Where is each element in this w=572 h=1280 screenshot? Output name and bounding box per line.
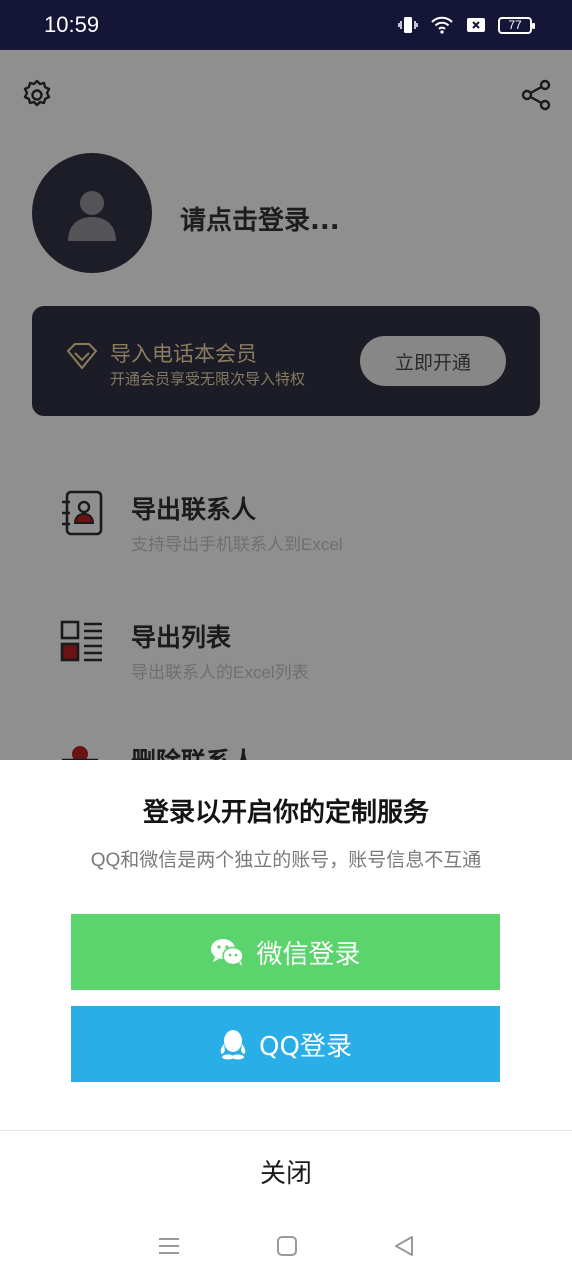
close-button[interactable]: 关闭	[0, 1131, 572, 1211]
list-icon	[60, 620, 102, 662]
menu-item-delete-contacts[interactable]: 删除联系人	[60, 742, 530, 760]
menu-title: 导出列表	[131, 623, 232, 652]
back-icon[interactable]	[393, 1235, 415, 1257]
menu-icon[interactable]	[157, 1236, 181, 1256]
wechat-icon	[211, 939, 245, 966]
diamond-icon	[66, 343, 98, 370]
status-time: 10:59	[44, 12, 100, 37]
sim-disabled-icon	[467, 18, 485, 32]
wifi-icon	[431, 16, 453, 34]
menu-item-export-list[interactable]: 导出列表 导出联系人的Excel列表	[60, 618, 530, 698]
share-icon[interactable]	[520, 78, 554, 112]
qq-login-label: QQ登录	[259, 1031, 352, 1062]
system-nav-bar	[0, 1211, 572, 1280]
login-sheet: 登录以开启你的定制服务 QQ和微信是两个独立的账号，账号信息不互通 微信登录 Q…	[0, 760, 572, 1280]
battery-icon: 77	[498, 16, 535, 34]
wechat-login-label: 微信登录	[256, 939, 361, 970]
menu-title: 导出联系人	[131, 495, 257, 524]
avatar[interactable]	[32, 153, 152, 273]
wechat-login-button[interactable]: 微信登录	[71, 914, 500, 990]
qq-penguin-icon	[220, 1030, 246, 1060]
login-prompt[interactable]: 请点击登录...	[180, 200, 340, 237]
settings-gear-icon[interactable]	[20, 78, 54, 112]
vip-subtitle: 开通会员享受无限次导入特权	[110, 370, 306, 388]
vip-title: 导入电话本会员	[110, 342, 257, 366]
sheet-title: 登录以开启你的定制服务	[142, 798, 429, 828]
sheet-subtitle: QQ和微信是两个独立的账号，账号信息不互通	[90, 850, 482, 871]
default-user-icon	[68, 191, 116, 241]
delete-contact-icon	[62, 746, 98, 760]
menu-desc: 导出联系人的Excel列表	[131, 663, 309, 682]
battery-level: 77	[508, 18, 522, 32]
profile-page: 请点击登录... 导入电话本会员 开通会员享受无限次导入特权 立即开通 导出联系…	[0, 50, 572, 760]
home-icon[interactable]	[276, 1235, 298, 1257]
vibrate-icon	[398, 17, 418, 33]
status-icons: 77	[398, 16, 535, 34]
vip-open-button[interactable]: 立即开通	[360, 336, 506, 386]
contact-book-icon	[62, 490, 103, 536]
menu-title: 删除联系人	[131, 742, 256, 760]
menu-item-export-contacts[interactable]: 导出联系人 支持导出手机联系人到Excel	[60, 490, 530, 570]
vip-card: 导入电话本会员 开通会员享受无限次导入特权 立即开通	[32, 306, 540, 416]
qq-login-button[interactable]: QQ登录	[71, 1006, 500, 1082]
menu-desc: 支持导出手机联系人到Excel	[131, 535, 343, 554]
status-bar: 10:59 77	[0, 0, 572, 50]
